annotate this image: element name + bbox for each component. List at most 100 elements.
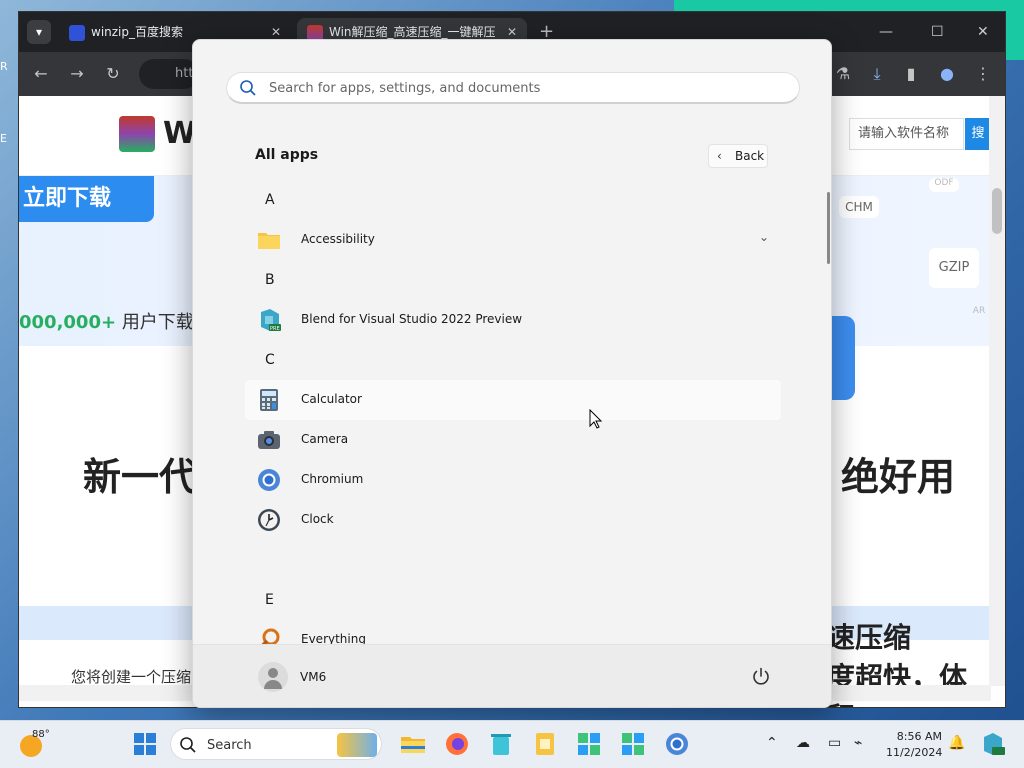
clock-time: 8:56 AM (896, 730, 942, 743)
app-item-blend[interactable]: PRE Blend for Visual Studio 2022 Preview (245, 300, 781, 340)
power-icon[interactable] (749, 665, 773, 689)
reload-icon[interactable]: ↻ (101, 62, 125, 86)
close-window-icon[interactable]: ✕ (977, 18, 989, 46)
start-menu-footer: VM6 (193, 644, 831, 707)
app-item-camera[interactable]: Camera (245, 420, 781, 460)
chevron-up-icon[interactable]: ⌃ (766, 735, 778, 751)
app-label: Calculator (301, 392, 362, 406)
page-vertical-scrollbar[interactable] (989, 96, 1005, 686)
file-explorer-icon[interactable] (400, 731, 426, 757)
app-label: Blend for Visual Studio 2022 Preview (301, 312, 523, 326)
group-letter-c[interactable]: C (265, 352, 275, 368)
feature-text: 您将创建一个压缩 (71, 668, 192, 686)
desktop-icons-strip: R E (0, 60, 20, 660)
app-label: Everything (301, 632, 366, 644)
desktop-icon-fragment[interactable]: E (0, 132, 20, 156)
site-search-button[interactable]: 搜 (965, 118, 991, 150)
baidu-favicon-icon (69, 24, 85, 41)
all-apps-list: A Accessibility ⌄ B PRE Blend for Visual… (245, 180, 781, 644)
temperature: 88° (32, 729, 50, 740)
forward-arrow-icon[interactable]: → (65, 62, 89, 86)
apps-list-scrollbar[interactable] (827, 192, 830, 264)
side-panel-icon[interactable]: ▮ (899, 62, 923, 86)
group-letter-b[interactable]: B (265, 272, 275, 288)
copilot-icon[interactable] (980, 731, 1006, 757)
notepad-icon[interactable] (532, 731, 558, 757)
chromium-taskbar-icon[interactable] (664, 731, 690, 757)
tab-search-dropdown[interactable]: ▾ (27, 20, 51, 44)
desktop-icon-fragment[interactable] (0, 84, 20, 108)
system-clock[interactable]: 8:56 AM 11/2/2024 (886, 729, 942, 761)
taskbar: 88° Search ⌃ ☁ ▭ ⌁ 8:56 AM 11/2/2024 🔔 (0, 720, 1024, 768)
folder-icon (258, 233, 280, 249)
display-icon[interactable]: ▭ (828, 735, 841, 751)
user-count: 000,000+ (19, 312, 117, 333)
minimize-icon[interactable]: — (879, 18, 893, 46)
app-item-chromium[interactable]: Chromium (245, 460, 781, 500)
start-search-box[interactable] (226, 72, 800, 104)
format-chip-chm: CHM (839, 196, 879, 218)
user-name[interactable]: VM6 (300, 670, 326, 684)
blend-icon: PRE (261, 309, 281, 332)
everything-icon (261, 628, 280, 644)
svg-text:PRE: PRE (270, 326, 280, 332)
maximize-icon[interactable]: ☐ (931, 18, 944, 46)
desktop-icon-fragment[interactable]: R (0, 60, 20, 84)
app-grid-icon[interactable] (576, 731, 602, 757)
app-label: Chromium (301, 472, 364, 486)
clock-icon (258, 509, 280, 531)
group-letter-a[interactable]: A (265, 192, 275, 208)
chromium-icon (258, 469, 280, 491)
winrar-logo-icon (119, 116, 155, 152)
app-item-clock[interactable]: Clock (245, 500, 781, 540)
menu-kebab-icon[interactable]: ⋮ (971, 62, 995, 86)
download-icon[interactable]: ⤓ (865, 62, 889, 86)
app-label: Camera (301, 432, 349, 446)
address-bar[interactable]: htt (139, 59, 199, 89)
app-label: Accessibility (301, 232, 375, 246)
taskbar-search[interactable]: Search (170, 728, 382, 760)
search-icon (240, 80, 256, 96)
headline-right: 绝好用 (841, 455, 956, 499)
chevron-down-icon[interactable]: ⌄ (759, 230, 769, 244)
clock-date: 11/2/2024 (886, 746, 943, 759)
desktop-icon-fragment[interactable] (0, 108, 20, 132)
windows-start-icon[interactable] (132, 731, 158, 757)
chevron-left-icon: ‹ (717, 149, 722, 163)
firefox-icon[interactable] (444, 731, 470, 757)
app-label: Clock (301, 512, 334, 526)
recycle-bin-icon[interactable] (488, 731, 514, 757)
taskbar-search-label: Search (207, 738, 252, 753)
search-icon (180, 737, 196, 753)
user-count-line: 000,000+ 用户下载使 (19, 308, 212, 334)
calculator-icon (260, 389, 278, 411)
search-highlight-icon (337, 733, 377, 757)
notification-bell-icon[interactable]: 🔔 (948, 735, 965, 751)
network-icon[interactable]: ⌁ (854, 735, 862, 751)
format-chip-odf: ODF (929, 178, 959, 192)
group-letter-e[interactable]: E (265, 592, 274, 608)
app-item-calculator[interactable]: Calculator (245, 380, 781, 420)
profile-icon[interactable]: ● (935, 62, 959, 86)
back-label: Back (735, 149, 765, 163)
start-menu: All apps ‹ Back A Accessibility ⌄ B PRE B… (192, 39, 832, 708)
app-item-accessibility[interactable]: Accessibility ⌄ (245, 220, 781, 260)
app-item-everything[interactable]: Everything (245, 620, 781, 644)
cloud-offline-icon[interactable]: ☁ (796, 735, 810, 751)
app-grid-alt-icon[interactable] (620, 731, 646, 757)
site-search-input[interactable]: 请输入软件名称 (849, 118, 964, 150)
user-avatar-icon[interactable] (258, 662, 288, 692)
start-search-input[interactable] (269, 78, 769, 98)
download-now-button[interactable]: 立即下载 (19, 176, 154, 222)
mouse-cursor-icon (589, 409, 603, 429)
back-button[interactable]: ‹ Back (708, 144, 768, 168)
back-arrow-icon[interactable]: ← (29, 62, 53, 86)
tab-title: Win解压缩_高速压缩_一键解压 (329, 25, 496, 39)
labs-icon[interactable]: ⚗ (831, 62, 855, 86)
scrollbar-thumb[interactable] (992, 188, 1002, 234)
url-text: htt (175, 66, 194, 81)
format-chip-gzip: GZIP (929, 248, 979, 288)
tab-title: winzip_百度搜索 (91, 25, 184, 39)
format-chip-ar: AR (972, 306, 986, 316)
all-apps-heading: All apps (255, 147, 319, 163)
